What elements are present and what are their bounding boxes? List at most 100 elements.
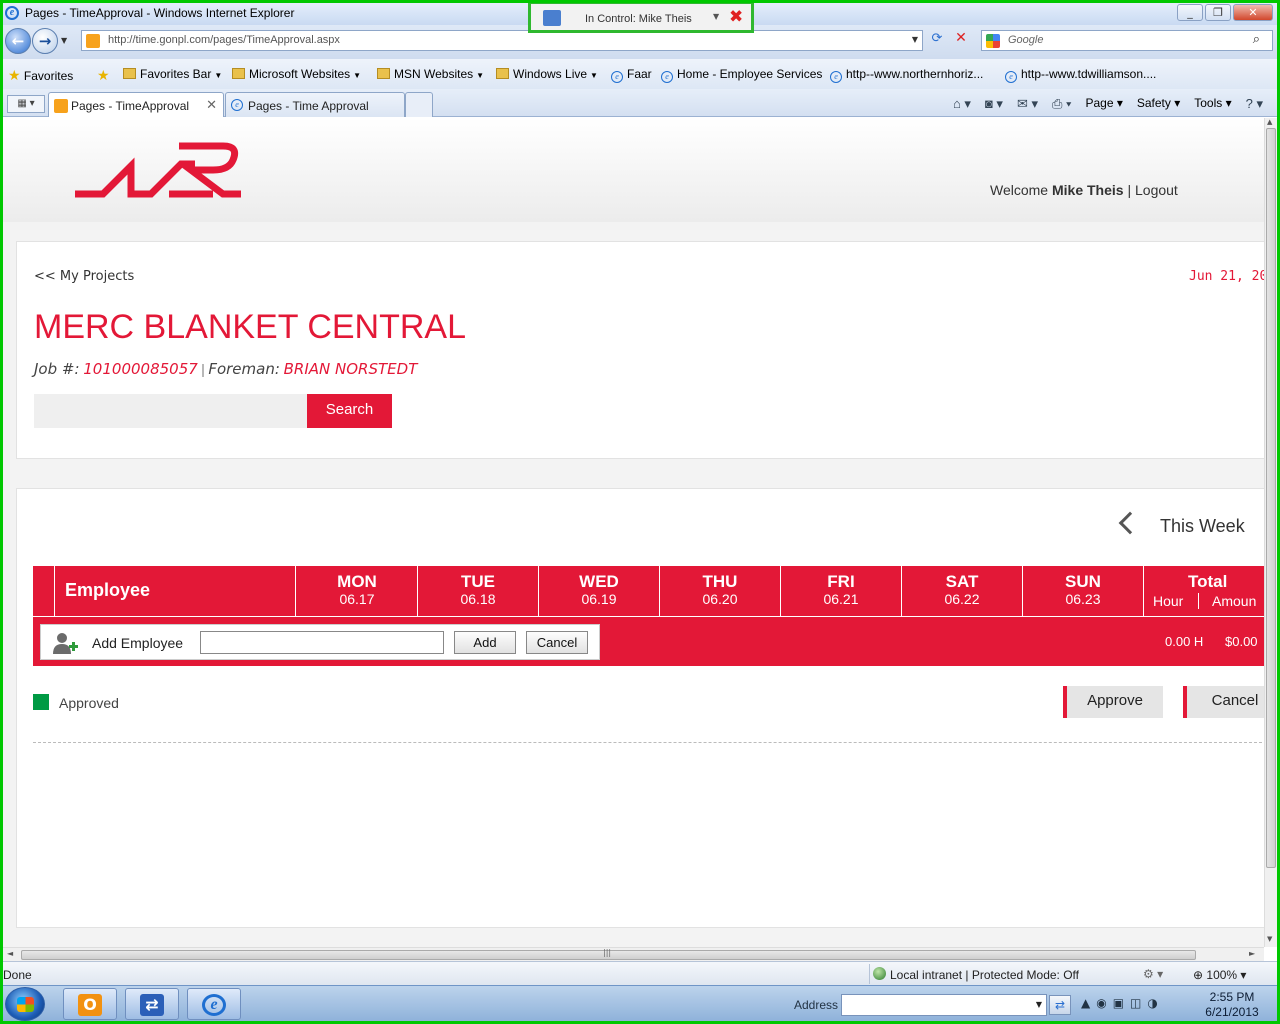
tab-bar: ▦ ▾ Pages - TimeApproval ✕ e Pages - Tim…	[3, 89, 1277, 117]
favorites-item-faar[interactable]: e Faar	[611, 67, 652, 83]
stop-icon[interactable]: ✕	[951, 30, 971, 49]
mail-icon[interactable]: ✉ ▾	[1017, 96, 1038, 112]
scroll-right-icon[interactable]: ►	[1249, 949, 1255, 958]
favorites-item-tdwilliamson[interactable]: e http--www.tdwilliamson....	[1005, 67, 1156, 83]
scroll-down-icon[interactable]: ▼	[1267, 935, 1272, 943]
add-button[interactable]: Add	[454, 631, 516, 654]
cancel-add-button[interactable]: Cancel	[526, 631, 588, 654]
security-status-icon[interactable]: ⚙ ▾	[1143, 967, 1163, 981]
home-icon[interactable]: ⌂ ▾	[953, 96, 971, 112]
add-favorite-icon[interactable]: ★	[97, 67, 110, 84]
day-header-sun: SUN 06.23	[1023, 566, 1144, 616]
taskbar-address-input[interactable]: ▼	[841, 994, 1047, 1016]
chevron-left-icon[interactable]	[1118, 511, 1142, 535]
vertical-scrollbar[interactable]: ▲ ▼	[1264, 118, 1277, 947]
taskbar-internet-explorer[interactable]: e	[187, 988, 241, 1020]
week-navigator[interactable]: This Week	[1118, 511, 1245, 537]
security-zone[interactable]: Local intranet | Protected Mode: Off	[869, 964, 1079, 984]
remote-support-icon: ⇄	[140, 994, 164, 1016]
search-icon[interactable]: ⌕	[1253, 32, 1260, 47]
welcome-text: Welcome Mike Theis | Logout	[990, 182, 1178, 198]
close-tab-icon[interactable]: ✕	[206, 97, 217, 113]
total-amount: $0.00	[1225, 634, 1258, 649]
minimize-button[interactable]: _	[1177, 4, 1203, 21]
taskbar-outlook[interactable]: O	[63, 988, 117, 1020]
employee-search-input[interactable]	[34, 394, 307, 428]
ie-page-icon: e	[661, 71, 673, 83]
approve-button[interactable]: Approve	[1063, 686, 1163, 718]
status-bar: Done Local intranet | Protected Mode: Of…	[3, 961, 1277, 985]
my-projects-link[interactable]: << My Projects	[34, 269, 134, 284]
chevron-down-icon[interactable]: ▼	[713, 12, 719, 21]
favorites-item-employee-services[interactable]: e Home - Employee Services	[661, 67, 822, 83]
tab-timeapproval[interactable]: Pages - TimeApproval ✕	[48, 92, 224, 117]
favorites-button[interactable]: ★ Favorites	[8, 67, 73, 84]
history-dropdown-icon[interactable]: ▼	[61, 36, 67, 45]
favorites-item-northernhoriz[interactable]: e http--www.northernhoriz...	[830, 67, 983, 83]
help-icon[interactable]: ? ▾	[1246, 96, 1263, 112]
refresh-icon[interactable]: ⟳	[927, 31, 947, 50]
back-button[interactable]: ←	[5, 28, 31, 54]
url-text[interactable]: http://time.gonpl.com/pages/TimeApproval…	[108, 34, 340, 46]
quick-tabs-button[interactable]: ▦ ▾	[7, 95, 45, 113]
divider	[33, 742, 1264, 743]
scroll-thumb[interactable]	[1266, 128, 1276, 868]
add-employee-input[interactable]	[200, 631, 444, 654]
day-header-tue: TUE 06.18	[418, 566, 539, 616]
add-employee-panel: Add Employee Add Cancel	[40, 624, 600, 660]
search-placeholder: Google	[1008, 34, 1044, 46]
search-button[interactable]: Search	[307, 394, 392, 428]
taskbar-go-button[interactable]: ⇄	[1049, 995, 1071, 1015]
scroll-left-icon[interactable]: ◄	[7, 949, 13, 958]
google-icon	[986, 34, 1000, 48]
job-number: 101000085057	[83, 360, 198, 378]
folder-icon	[377, 68, 390, 79]
day-header-wed: WED 06.19	[539, 566, 660, 616]
chevron-down-icon[interactable]: ▼	[912, 35, 918, 44]
scroll-up-icon[interactable]: ▲	[1267, 118, 1272, 126]
remote-control-badge[interactable]: In Control: Mike Theis ▼ ✖	[528, 3, 754, 33]
chevron-down-icon[interactable]: ▼	[1036, 1000, 1042, 1009]
web-page: Welcome Mike Theis | Logout << My Projec…	[3, 118, 1264, 947]
site-header: Welcome Mike Theis | Logout	[3, 118, 1264, 222]
ie-icon: e	[202, 994, 226, 1016]
star-add-icon: ★	[97, 67, 110, 83]
timesheet-header-row: Employee MON 06.17 TUE 06.18 WED 06.19 THU 0…	[33, 566, 1264, 616]
print-icon[interactable]: ⎙ ▾	[1052, 96, 1071, 112]
safety-menu[interactable]: Safety ▾	[1137, 96, 1180, 112]
site-favicon-icon	[54, 99, 68, 113]
feeds-icon[interactable]: ◙ ▾	[985, 96, 1003, 112]
tools-menu[interactable]: Tools ▾	[1194, 96, 1231, 112]
cancel-button[interactable]: Cancel	[1183, 686, 1264, 718]
new-tab-button[interactable]	[405, 92, 433, 117]
approved-legend-swatch	[33, 694, 49, 710]
foreman-name: BRIAN NORSTEDT	[283, 360, 418, 378]
search-box[interactable]: Google ⌕	[981, 30, 1273, 51]
project-title: MERC BLANKET CENTRAL	[34, 308, 467, 346]
start-button[interactable]	[5, 987, 45, 1021]
approved-legend-label: Approved	[59, 695, 119, 711]
close-window-button[interactable]: ✕	[1233, 4, 1273, 21]
total-column-header: Total Hour Amoun	[1153, 572, 1257, 609]
close-icon[interactable]: ✖	[729, 7, 743, 27]
day-header-thu: THU 06.20	[660, 566, 781, 616]
tab-time-approval[interactable]: e Pages - Time Approval	[225, 92, 405, 117]
maximize-button[interactable]: ❐	[1205, 4, 1231, 21]
zoom-level[interactable]: ⊕ 100% ▾	[1193, 968, 1246, 982]
favorites-item-msn-websites[interactable]: MSN Websites ▼	[377, 67, 484, 81]
favorites-item-microsoft-websites[interactable]: Microsoft Websites ▼	[232, 67, 361, 81]
favorites-item-favorites-bar[interactable]: Favorites Bar ▼	[123, 67, 222, 81]
taskbar-clock[interactable]: 2:55 PM 6/21/2013	[1201, 990, 1263, 1020]
horizontal-scrollbar[interactable]: ◄ ||| ►	[3, 947, 1264, 961]
ie-page-icon: e	[231, 99, 243, 111]
user-name: Mike Theis	[1051, 182, 1124, 198]
system-tray[interactable]: ▲◉▣◫◑	[1081, 996, 1164, 1010]
outlook-icon: O	[78, 994, 102, 1016]
taskbar-remote-support[interactable]: ⇄	[125, 988, 179, 1020]
forward-button[interactable]: →	[32, 28, 58, 54]
page-menu[interactable]: Page ▾	[1085, 96, 1122, 112]
logout-link[interactable]: Logout	[1135, 182, 1178, 198]
total-hours: 0.00 H	[1165, 634, 1204, 649]
address-bar[interactable]: http://time.gonpl.com/pages/TimeApproval…	[81, 30, 923, 51]
favorites-item-windows-live[interactable]: Windows Live ▼	[496, 67, 598, 81]
